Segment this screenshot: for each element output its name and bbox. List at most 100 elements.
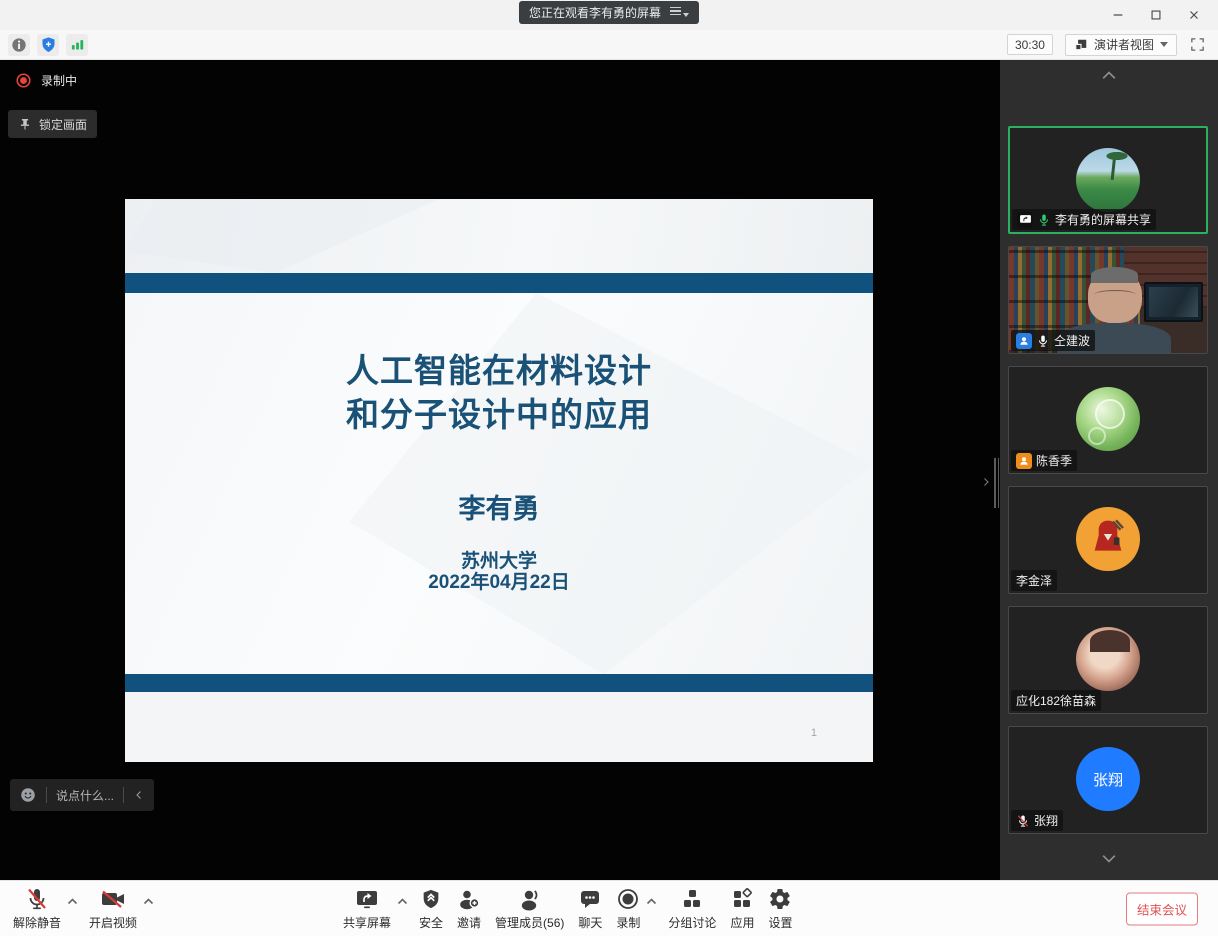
scroll-down-icon[interactable] [1099, 852, 1119, 870]
toolbar-left-group: 解除静音 开启视频 [6, 881, 158, 936]
participant-name: 仝建波 [1054, 332, 1090, 349]
meeting-timer: 30:30 [1007, 34, 1053, 55]
settings-button[interactable]: 设置 [761, 883, 799, 935]
chat-input-placeholder[interactable]: 说点什么... [56, 787, 114, 804]
participant-label: 陈香季 [1011, 450, 1077, 471]
share-screen-button[interactable]: 共享屏幕 [336, 883, 398, 935]
security-button[interactable]: 安全 [412, 883, 450, 935]
participant-tile-chen-xiangji[interactable]: 陈香季 [1008, 366, 1208, 474]
participant-name: 李金泽 [1016, 572, 1052, 589]
watching-banner[interactable]: 您正在观看李有勇的屏幕 [519, 1, 699, 24]
user-badge-icon [1016, 333, 1032, 349]
info-icon[interactable] [8, 34, 30, 56]
lock-screen-button[interactable]: 锁定画面 [8, 110, 97, 138]
toolbar-center-group: 共享屏幕 安全 邀请 [336, 881, 799, 936]
banner-menu-icon[interactable] [670, 6, 689, 20]
record-icon [616, 887, 640, 911]
view-mode-dropdown[interactable]: 演讲者视图 [1065, 34, 1177, 56]
participant-tile-xu-miaosen[interactable]: 应化182徐苗森 [1008, 606, 1208, 714]
avatar [1076, 387, 1140, 451]
topbar-left-icons [8, 34, 88, 56]
members-icon [518, 887, 542, 911]
scroll-up-icon[interactable] [1099, 68, 1119, 86]
red-figure [1088, 517, 1128, 561]
screen-share-icon [1017, 212, 1033, 228]
decoration [1088, 270, 1141, 323]
start-video-button[interactable]: 开启视频 [82, 883, 144, 935]
camera-off-icon [100, 887, 126, 911]
participant-label: 李有勇的屏幕共享 [1012, 209, 1156, 230]
record-options-chevron-icon[interactable] [646, 892, 657, 910]
shield-plus-icon[interactable] [37, 34, 59, 56]
settings-label: 设置 [768, 914, 792, 931]
divider [46, 787, 47, 803]
collapse-left-icon[interactable] [133, 789, 145, 801]
share-screen-label: 共享屏幕 [343, 914, 391, 931]
end-meeting-button[interactable]: 结束会议 [1126, 892, 1198, 925]
shield-icon [420, 887, 442, 911]
emoji-icon[interactable] [19, 786, 37, 804]
slide-top-bar [125, 273, 873, 293]
maximize-icon[interactable] [1142, 3, 1170, 27]
slide-author: 李有勇 [125, 487, 873, 526]
security-label: 安全 [419, 914, 443, 931]
apps-icon [730, 887, 754, 911]
slide-title-line1: 人工智能在材料设计 [125, 349, 873, 393]
manage-members-button[interactable]: 管理成员(56) [488, 883, 571, 935]
participant-tile-li-jinze[interactable]: 李金泽 [1008, 486, 1208, 594]
pin-icon [18, 117, 32, 131]
user-badge-icon [1016, 453, 1032, 469]
invite-icon [457, 887, 481, 911]
slide-title-line2: 和分子设计中的应用 [125, 393, 873, 437]
signal-bars-icon[interactable] [66, 34, 88, 56]
decoration [1144, 282, 1203, 322]
layout-view-icon [1074, 38, 1088, 52]
chat-icon [578, 887, 602, 911]
participant-label: 张翔 [1011, 810, 1063, 831]
fullscreen-icon[interactable] [1189, 36, 1206, 53]
start-video-label: 开启视频 [89, 914, 137, 931]
video-options-chevron-icon[interactable] [143, 892, 154, 910]
meeting-topbar: 30:30 演讲者视图 [0, 30, 1218, 60]
chat-quick-input[interactable]: 说点什么... [10, 779, 154, 811]
lock-screen-label: 锁定画面 [39, 116, 87, 133]
manage-members-label: 管理成员(56) [495, 914, 564, 931]
participant-name: 李有勇的屏幕共享 [1055, 211, 1151, 228]
breakout-rooms-label: 分组讨论 [668, 914, 716, 931]
slide-title: 人工智能在材料设计 和分子设计中的应用 [125, 349, 873, 437]
chat-button[interactable]: 聊天 [571, 883, 609, 935]
avatar: 张翔 [1076, 747, 1140, 811]
recording-indicator: 录制中 [16, 72, 77, 89]
divider [123, 787, 124, 803]
participant-name: 张翔 [1034, 812, 1058, 829]
close-icon[interactable] [1180, 3, 1208, 27]
avatar [1076, 507, 1140, 571]
slide-page-number: 1 [811, 727, 817, 739]
invite-button[interactable]: 邀请 [450, 883, 488, 935]
mic-options-chevron-icon[interactable] [67, 892, 78, 910]
window-controls [1104, 0, 1208, 30]
chat-label: 聊天 [578, 914, 602, 931]
view-mode-label: 演讲者视图 [1094, 36, 1154, 53]
avatar [1076, 148, 1140, 212]
caret-down-icon [683, 13, 689, 20]
mic-muted-icon [1016, 814, 1030, 828]
watching-label: 您正在观看李有勇的屏幕 [529, 4, 661, 21]
participant-tile-tong-jianbo[interactable]: 仝建波 [1008, 246, 1208, 354]
minimize-icon[interactable] [1104, 3, 1132, 27]
participant-tile-zhang-xiang[interactable]: 张翔 张翔 [1008, 726, 1208, 834]
slide-bottom-bar [125, 674, 873, 692]
share-screen-icon [355, 887, 379, 911]
record-button[interactable]: 录制 [609, 883, 647, 935]
participant-tile-li-youyong-share[interactable]: 李有勇的屏幕共享 [1008, 126, 1208, 234]
participant-name: 陈香季 [1036, 452, 1072, 469]
topbar-right: 30:30 演讲者视图 [1007, 34, 1206, 56]
avatar-initials: 张翔 [1093, 769, 1123, 790]
apps-button[interactable]: 应用 [723, 883, 761, 935]
unmute-button[interactable]: 解除静音 [6, 883, 68, 935]
meeting-toolbar: 解除静音 开启视频 [0, 880, 1218, 936]
share-options-chevron-icon[interactable] [397, 892, 408, 910]
collapse-sidebar-icon[interactable] [980, 474, 992, 495]
participant-label: 李金泽 [1011, 570, 1057, 591]
breakout-rooms-button[interactable]: 分组讨论 [661, 883, 723, 935]
